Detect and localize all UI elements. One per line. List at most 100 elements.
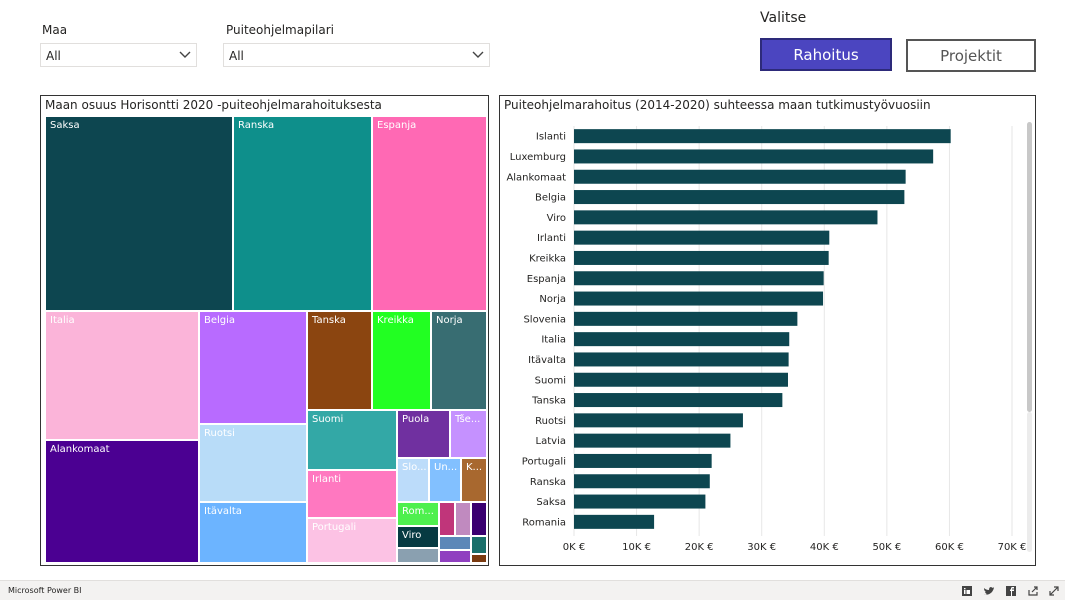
treemap-tile-small[interactable] [471,502,487,536]
treemap-tile[interactable]: Espanja [372,116,487,311]
y-category-label: Irlanti [537,233,566,244]
bar[interactable] [574,494,706,509]
bar[interactable] [574,372,788,387]
y-category-label: Espanja [527,274,566,285]
y-category-label: Italia [541,335,566,346]
maa-dropdown[interactable]: All [40,43,197,67]
treemap-tile[interactable]: Tanska [307,311,372,410]
treemap-tile-small[interactable] [439,502,455,536]
treemap-tile[interactable]: Norja [431,311,487,410]
y-category-label: Saksa [536,497,566,508]
x-tick-label: 30K € [747,542,776,553]
bar[interactable] [574,129,951,144]
treemap-tile[interactable]: Slo... [397,458,429,502]
y-category-label: Belgia [535,193,566,204]
bar-chart-panel: Puiteohjelmarahoitus (2014-2020) suhtees… [499,95,1036,566]
x-tick-label: 20K € [685,542,714,553]
treemap-tile[interactable]: Saksa [45,116,233,311]
scrollbar-track[interactable] [1027,412,1032,552]
treemap-tile[interactable]: Kreikka [372,311,431,410]
y-category-label: Romania [522,517,566,528]
bar[interactable] [574,230,830,245]
linkedin-icon[interactable] [960,584,974,598]
treemap-tile[interactable]: Itävalta [199,502,307,563]
treemap-tile[interactable]: Belgia [199,311,307,424]
treemap-tile[interactable]: Irlanti [307,470,397,518]
y-category-label: Luxemburg [510,152,566,163]
treemap-title: Maan osuus Horisontti 2020 -puiteohjelma… [45,98,382,112]
y-category-label: Viro [547,213,566,224]
y-category-label: Kreikka [529,253,566,264]
x-tick-label: 0K € [563,542,585,553]
footer-brand[interactable]: Microsoft Power BI [8,586,82,595]
footer-bar: Microsoft Power BI [0,580,1065,600]
rahoitus-button[interactable]: Rahoitus [760,38,892,71]
maa-dropdown-value: All [46,49,61,63]
treemap-tile[interactable]: Ruotsi [199,424,307,502]
bar[interactable] [574,291,824,306]
treemap-tile-small[interactable] [471,536,487,554]
bar[interactable] [574,169,906,184]
x-tick-label: 50K € [872,542,901,553]
bar[interactable] [574,514,655,529]
bar[interactable] [574,311,798,326]
x-tick-label: 60K € [935,542,964,553]
x-tick-label: 10K € [622,542,651,553]
maa-filter-label: Maa [42,23,68,37]
y-category-label: Alankomaat [506,172,566,183]
treemap-tile-small[interactable] [455,502,471,536]
chevron-down-icon [179,51,191,58]
projektit-button[interactable]: Projektit [906,39,1036,72]
share-icon[interactable] [1026,584,1040,598]
treemap-tile[interactable]: Tše... [450,410,487,458]
chevron-down-icon [472,51,484,58]
y-category-label: Islanti [536,132,566,143]
treemap-tile[interactable]: K... [461,458,487,502]
fullscreen-icon[interactable] [1047,584,1061,598]
treemap-tile[interactable]: Ranska [233,116,372,311]
facebook-icon[interactable] [1004,584,1018,598]
treemap-tile[interactable]: Rom... [397,502,439,526]
treemap: Saksa Ranska Espanja Italia Alankomaat Belgia… [45,116,487,563]
y-category-label: Latvia [536,436,566,447]
twitter-icon[interactable] [982,584,996,598]
y-category-label: Slovenia [523,314,566,325]
puiteohjelmapilari-dropdown-value: All [229,49,244,63]
bar-chart: 0K € 10K € 20K € 30K € 40K € 50K € 60K € 70K € I… [506,122,1032,553]
puiteohjelmapilari-dropdown[interactable]: All [223,43,490,67]
scrollbar[interactable] [1027,122,1032,412]
puiteohjelmapilari-filter-label: Puiteohjelmapilari [226,23,334,37]
treemap-tile[interactable]: Alankomaat [45,440,199,563]
bar[interactable] [574,250,829,265]
treemap-tile[interactable]: Suomi [307,410,397,470]
bar-chart-title: Puiteohjelmarahoitus (2014-2020) suhtees… [504,98,931,112]
treemap-tile-small[interactable] [439,536,471,550]
valitse-label: Valitse [760,10,807,26]
treemap-tile-small[interactable] [471,554,487,563]
treemap-tile[interactable]: Puola [397,410,450,458]
treemap-tile[interactable]: Italia [45,311,199,440]
treemap-tile[interactable]: Portugali [307,518,397,563]
bar[interactable] [574,393,783,408]
bar[interactable] [574,433,731,448]
bar[interactable] [574,352,789,367]
y-category-label: Tanska [531,396,566,407]
y-category-label: Itävalta [528,355,566,366]
bar[interactable] [574,190,905,205]
treemap-tile[interactable]: Un... [429,458,461,502]
bar[interactable] [574,271,824,286]
bar[interactable] [574,474,710,489]
bar[interactable] [574,149,934,164]
bar[interactable] [574,413,743,428]
y-category-label: Suomi [535,375,566,386]
y-category-label: Norja [539,294,566,305]
bar[interactable] [574,453,712,468]
treemap-tile-small[interactable] [439,550,471,563]
bar[interactable] [574,210,878,225]
treemap-panel: Maan osuus Horisontti 2020 -puiteohjelma… [40,95,489,566]
y-category-label: Portugali [522,456,566,467]
bar[interactable] [574,332,790,347]
treemap-tile[interactable]: Viro [397,526,439,548]
treemap-tile-small[interactable] [397,548,439,563]
x-tick-label: 70K € [998,542,1027,553]
